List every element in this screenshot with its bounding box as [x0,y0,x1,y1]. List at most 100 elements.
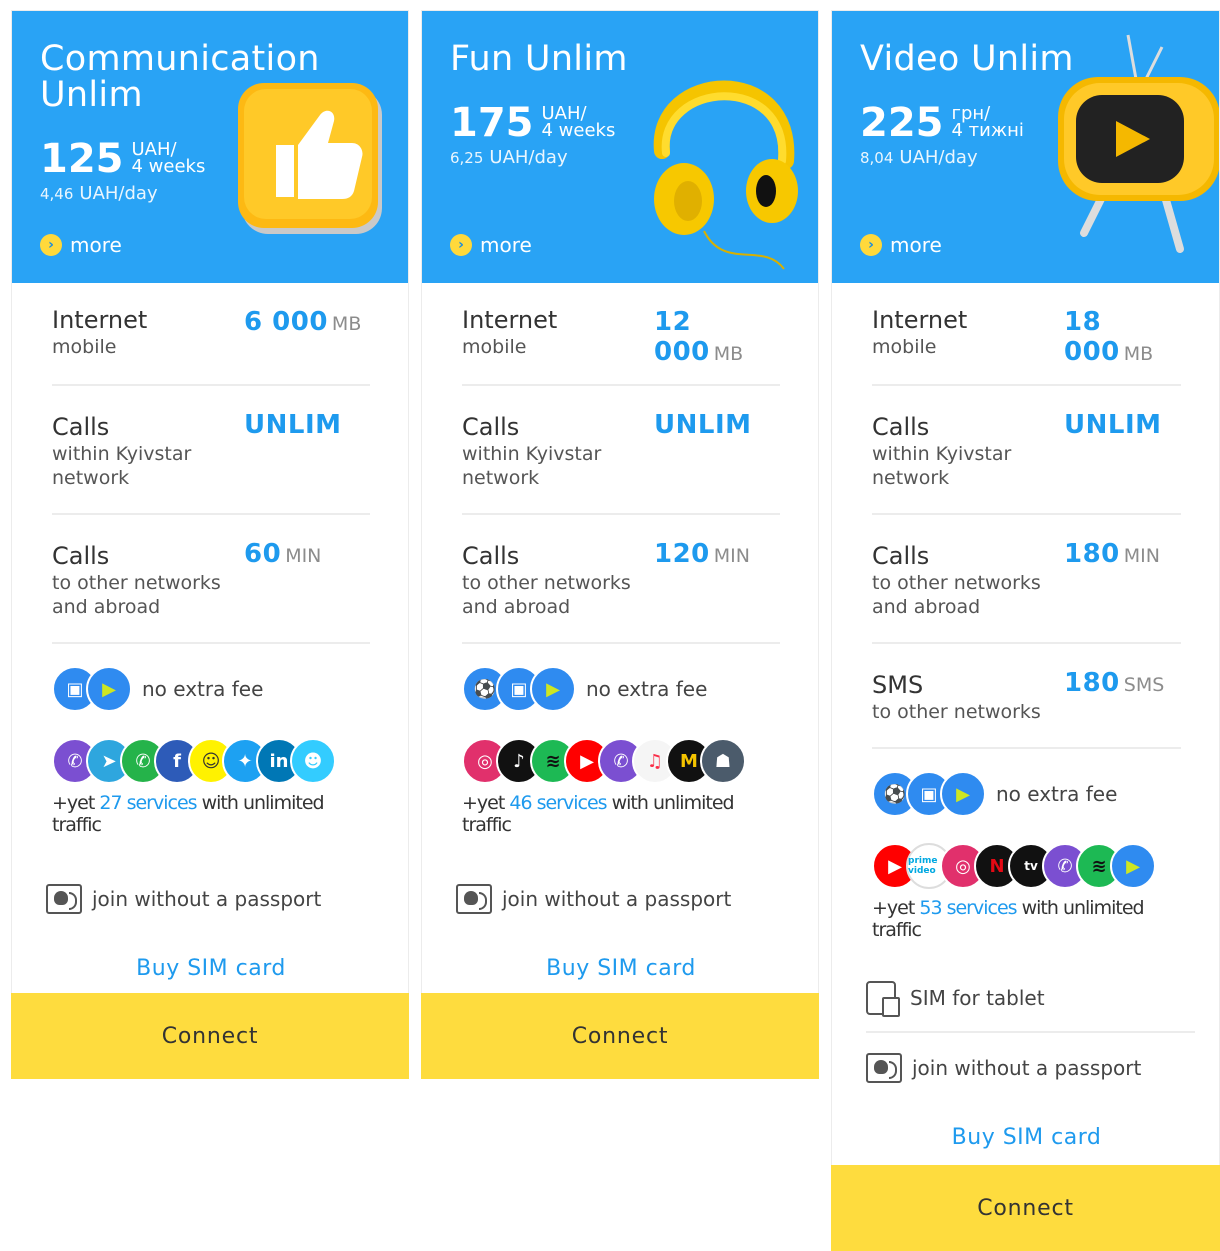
calls-other-row: Calls to other networks and abroad 60 MIN [52,515,370,644]
waze-icon: ☻ [290,738,336,784]
no-fee-row: ⚽ ▣ ▶ no extra fee [462,666,780,712]
row-value: 60 MIN [244,539,322,569]
price-row: 125 UAH/4 weeks [40,139,205,179]
sms-row: SMS to other networks 180 SMS [872,644,1181,749]
service-icons: ◎ ♪ ≋ ▶ ✆ ♫ M ☗ [462,738,780,784]
play-icon: ▶ [86,666,132,712]
more-link[interactable]: › more [450,233,532,257]
calls-kyivstar-row: Calls within Kyivstar network UNLIM [462,386,780,515]
card-header: Fun Unlim 175 UAH/4 weeks 6,25 UAH/day › m… [422,11,818,283]
price-value: 175 [450,100,534,146]
price-period: UAH/4 weeks [131,139,206,177]
passport-label: join without a passport [912,1056,1142,1080]
passport-row: join without a passport [866,1053,1181,1083]
thumbs-up-icon [238,83,382,234]
card-body: Internet mobile 18 000 MB Calls within Ky… [832,283,1219,1150]
pubg-icon: ☗ [700,738,746,784]
passport-icon [456,884,492,914]
row-sub: within Kyivstar network [872,443,1012,489]
play-icon: ▶ [940,771,986,817]
row-sub: mobile [52,336,117,358]
connect-button[interactable]: Connect [421,993,819,1079]
no-fee-row: ⚽ ▣ ▶ no extra fee [872,771,1181,817]
row-value: UNLIM [244,410,342,440]
price-value: 125 [40,136,124,182]
chevron-right-icon: › [450,234,472,256]
internet-row: Internet mobile 6 000 MB [52,283,370,386]
tablet-label: SIM for tablet [910,986,1045,1010]
calls-other-row: Calls to other networks and abroad 180 MI… [872,515,1181,644]
price-row: 175 UAH/4 weeks [450,103,615,143]
row-value: UNLIM [1064,410,1162,440]
price-value: 225 [860,100,944,146]
no-fee-label: no extra fee [142,677,264,701]
passport-label: join without a passport [502,887,732,911]
row-value: UNLIM [654,410,752,440]
calls-kyivstar-row: Calls within Kyivstar network UNLIM [52,386,370,515]
row-value: 120 MIN [654,539,750,569]
passport-label: join without a passport [92,887,322,911]
service-icons: ▶ prime video ◎ N tv ✆ ≋ ▶ [872,843,1181,889]
calls-other-row: Calls to other networks and abroad 120 MI… [462,515,780,644]
tv-icon [1058,34,1219,253]
more-link[interactable]: › more [40,233,122,257]
tariff-title: Fun Unlim [450,39,628,79]
services-link[interactable]: 53 services [919,897,1017,919]
price-period: грн/4 тижні [951,103,1024,141]
row-sub: to other networks and abroad [462,572,631,618]
chevron-right-icon: › [860,234,882,256]
internet-row: Internet mobile 12 000 MB [462,283,780,386]
play-icon: ▶ [530,666,576,712]
services-link[interactable]: 46 services [509,792,607,814]
tablet-sim-icon [866,981,900,1017]
service-icons: ✆ ➤ ✆ f ☺ ✦ in ☻ [52,738,370,784]
row-sub: within Kyivstar network [462,443,602,489]
card-body: Internet mobile 6 000 MB Calls within Kyi… [12,283,408,981]
passport-row: join without a passport [456,884,780,914]
tablet-row: SIM for tablet [866,981,1195,1033]
passport-row: join without a passport [46,884,370,914]
no-fee-row: ▣ ▶ no extra fee [52,666,370,712]
no-fee-label: no extra fee [586,677,708,701]
row-value: 12 000 MB [654,307,744,367]
tariff-card-communication-unlim: Communication Unlim 125 UAH/4 weeks 4,46… [11,10,409,1079]
chevron-right-icon: › [40,234,62,256]
row-sub: within Kyivstar network [52,443,192,489]
daily-price: 4,46 UAH/day [40,183,158,204]
more-services: +yet 27 services with unlimited traffic [52,792,325,836]
more-services: +yet 53 services with unlimited traffic [872,897,1145,941]
row-sub: to other networks and abroad [52,572,221,618]
internet-row: Internet mobile 18 000 MB [872,283,1181,386]
buy-sim-link[interactable]: Buy SIM card [52,956,370,981]
buy-sim-link[interactable]: Buy SIM card [462,956,780,981]
row-value: 18 000 MB [1064,307,1154,367]
tariff-title: Video Unlim [860,39,1074,79]
play-icon: ▶ [1110,843,1156,889]
no-fee-label: no extra fee [996,782,1118,806]
row-value: 6 000 MB [244,307,362,337]
tariff-card-video-unlim: Video Unlim 225 грн/4 тижні 8,04 UAH/day … [831,10,1220,1251]
row-sub: to other networks and abroad [872,572,1041,618]
services-link[interactable]: 27 services [99,792,197,814]
passport-icon [46,884,82,914]
daily-price: 8,04 UAH/day [860,147,978,168]
connect-button[interactable]: Connect [831,1165,1220,1251]
tariff-card-fun-unlim: Fun Unlim 175 UAH/4 weeks 6,25 UAH/day › m… [421,10,819,1079]
price-period: UAH/4 weeks [541,103,616,141]
more-link[interactable]: › more [860,233,942,257]
row-value: 180 MIN [1064,539,1160,569]
buy-sim-link[interactable]: Buy SIM card [872,1125,1181,1150]
card-body: Internet mobile 12 000 MB Calls within Ky… [422,283,818,981]
row-value: 180 SMS [1064,668,1165,698]
card-header: Communication Unlim 125 UAH/4 weeks 4,46… [12,11,408,283]
connect-button[interactable]: Connect [11,993,409,1079]
card-header: Video Unlim 225 грн/4 тижні 8,04 UAH/day … [832,11,1219,283]
daily-price: 6,25 UAH/day [450,147,568,168]
calls-kyivstar-row: Calls within Kyivstar network UNLIM [872,386,1181,515]
row-sub: to other networks [872,701,1041,723]
row-label: Calls [52,542,110,570]
headphones-icon [653,80,798,270]
passport-icon [866,1053,902,1083]
more-services: +yet 46 services with unlimited traffic [462,792,735,836]
price-row: 225 грн/4 тижні [860,103,1024,143]
